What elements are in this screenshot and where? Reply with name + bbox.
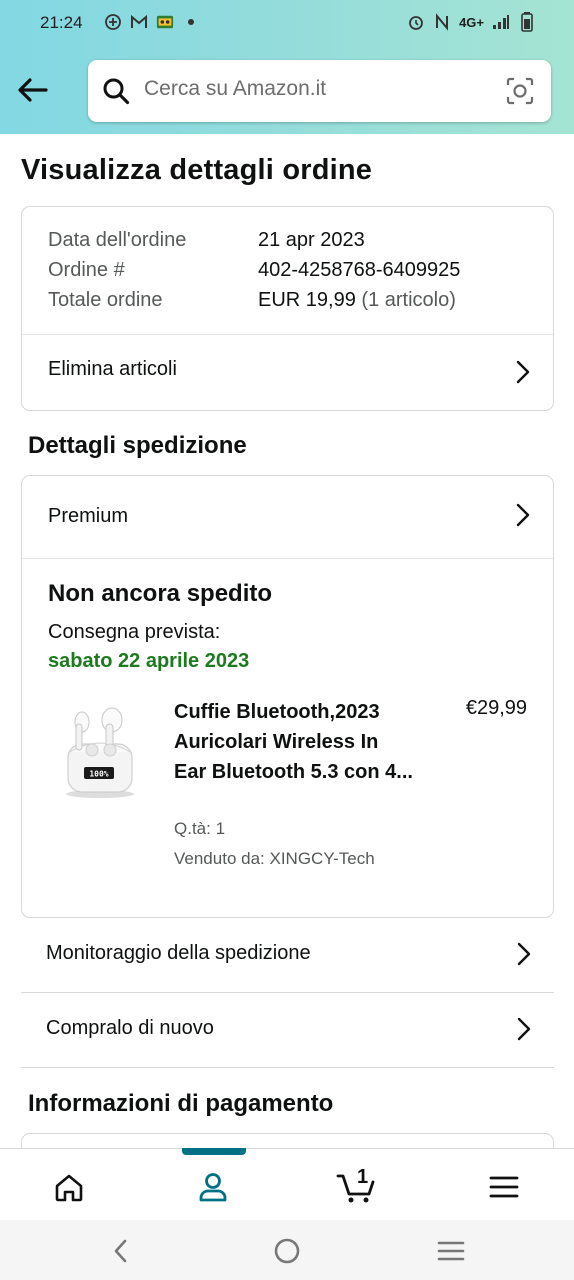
track-shipment-row[interactable]: Monitoraggio della spedizione — [21, 918, 554, 993]
back-button[interactable] — [14, 72, 50, 108]
system-back-icon — [114, 1239, 127, 1263]
bottom-navigation — [0, 1148, 574, 1220]
delete-items-row[interactable]: Elimina articoli — [22, 335, 553, 411]
shipping-status: Non ancora spedito — [48, 580, 273, 607]
nfc-icon — [433, 12, 451, 32]
system-back-button[interactable] — [106, 1236, 136, 1266]
menu-icon — [489, 1176, 519, 1198]
product-title[interactable]: Cuffie Bluetooth,2023 Auricolari Wireles… — [174, 697, 414, 787]
active-tab-indicator — [182, 1148, 246, 1155]
alarm-icon — [407, 12, 425, 32]
cart-icon — [336, 1174, 375, 1203]
status-bar: 21:24 4G+ — [0, 0, 574, 46]
buy-again-row[interactable]: Compralo di nuovo — [21, 993, 554, 1068]
system-home-icon — [274, 1238, 300, 1264]
home-icon — [55, 1174, 83, 1202]
svg-text:100%: 100% — [89, 770, 108, 779]
signal-icon — [492, 12, 510, 32]
chevron-right-icon — [516, 360, 530, 384]
nav-cart[interactable] — [336, 1167, 376, 1207]
order-number-label: Ordine # — [48, 259, 125, 281]
chevron-right-icon — [517, 942, 531, 966]
dot-icon — [182, 12, 200, 32]
back-arrow-icon — [18, 78, 48, 102]
shipping-type-label: Premium — [48, 505, 129, 527]
page-title: Visualizza dettagli ordine — [21, 154, 373, 186]
delivery-date: sabato 22 aprile 2023 — [48, 650, 250, 672]
nav-account[interactable] — [193, 1167, 233, 1207]
payment-section-title: Informazioni di pagamento — [28, 1090, 334, 1117]
order-date-value: 21 apr 2023 — [258, 229, 365, 251]
search-icon[interactable] — [102, 77, 130, 105]
cart-count: 1 — [357, 1166, 369, 1188]
product-price: €29,99 — [465, 697, 527, 719]
camera-lens-icon[interactable] — [505, 76, 535, 106]
delete-items-label: Elimina articoli — [48, 358, 177, 380]
product-image[interactable]: 100% — [62, 694, 138, 800]
search-bar[interactable]: Cerca su Amazon.it — [88, 60, 551, 122]
order-total-items: (1 articolo) — [361, 289, 456, 311]
order-total-label: Totale ordine — [48, 289, 163, 311]
system-home-button[interactable] — [272, 1236, 302, 1266]
order-total-amount: EUR 19,99 — [258, 289, 356, 311]
network-type: 4G+ — [459, 14, 484, 30]
product-quantity: Q.tà: 1 — [174, 819, 226, 838]
divider — [22, 558, 553, 559]
shipping-type-row[interactable]: Premium — [22, 476, 553, 558]
system-recents-button[interactable] — [436, 1236, 466, 1266]
game-app-icon — [156, 12, 174, 32]
system-recents-icon — [437, 1241, 465, 1261]
buy-again-label: Compralo di nuovo — [46, 1017, 214, 1039]
shipping-section-title: Dettagli spedizione — [28, 432, 247, 459]
chevron-right-icon — [516, 503, 530, 527]
shipping-card: Premium Non ancora spedito Consegna prev… — [21, 475, 554, 918]
system-navigation — [0, 1220, 574, 1280]
order-number-value: 402-4258768-6409925 — [258, 259, 461, 281]
order-summary-card: Data dell'ordine 21 apr 2023 Ordine # 40… — [21, 206, 554, 411]
earbuds-image: 100% — [66, 707, 134, 798]
search-input[interactable]: Cerca su Amazon.it — [144, 77, 326, 101]
order-total-value: EUR 19,99 (1 articolo) — [258, 289, 456, 312]
status-left-icons — [104, 12, 200, 32]
user-icon — [199, 1173, 227, 1202]
chevron-right-icon — [517, 1017, 531, 1041]
nav-menu[interactable] — [484, 1167, 524, 1207]
status-time: 21:24 — [40, 13, 83, 32]
track-shipment-label: Monitoraggio della spedizione — [46, 942, 311, 964]
notification-plus-icon — [104, 12, 122, 32]
nav-home[interactable] — [49, 1167, 89, 1207]
gmail-icon — [130, 12, 148, 32]
product-seller: Venduto da: XINGCY-Tech — [174, 849, 375, 868]
header: 21:24 4G+ Cerca su Amazon.it — [0, 0, 574, 134]
status-right-icons: 4G+ — [407, 12, 536, 32]
order-date-label: Data dell'ordine — [48, 229, 187, 251]
battery-icon — [518, 12, 536, 32]
delivery-label: Consegna prevista: — [48, 621, 221, 643]
